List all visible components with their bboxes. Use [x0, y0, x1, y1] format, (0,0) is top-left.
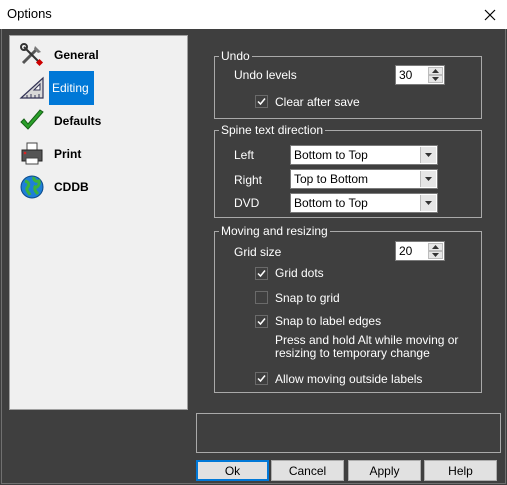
sidebar-item-label: Defaults: [54, 114, 102, 128]
spine-left-select[interactable]: Bottom to Top: [290, 145, 438, 165]
group-title: Undo: [219, 49, 252, 63]
clear-after-save-checkbox[interactable]: [255, 95, 268, 108]
sidebar-item-cddb[interactable]: CDDB: [16, 170, 92, 204]
snap-to-label-edges-checkbox[interactable]: [255, 315, 268, 328]
spine-dvd-value: Bottom to Top: [294, 196, 368, 210]
globe-icon: [16, 171, 48, 203]
window-title: Options: [7, 6, 52, 21]
dropdown-button[interactable]: [420, 147, 436, 163]
sidebar-item-label: Print: [54, 147, 82, 161]
sidebar-item-editing[interactable]: Editing: [16, 71, 94, 105]
close-button[interactable]: [473, 0, 507, 29]
title-bar: Options: [0, 0, 507, 29]
check-mark-icon: [257, 98, 266, 106]
printer-icon: [16, 138, 48, 170]
help-button[interactable]: Help: [424, 460, 497, 481]
undo-levels-value: 30: [399, 68, 413, 82]
check-mark-icon: [257, 270, 266, 278]
close-icon: [484, 9, 496, 20]
spine-left-label: Left: [234, 148, 255, 162]
spine-right-label: Right: [234, 173, 263, 187]
sidebar-item-label: CDDB: [54, 180, 89, 194]
clear-after-save-label: Clear after save: [275, 95, 360, 109]
spin-down-button[interactable]: [428, 75, 443, 83]
category-sidebar: General Editing Defaults Print CDDB: [9, 35, 188, 410]
ok-button[interactable]: Ok: [196, 460, 269, 481]
chevron-down-icon: [425, 153, 432, 157]
sidebar-item-label: Editing: [49, 71, 94, 105]
check-mark-icon: [257, 375, 266, 383]
chevron-up-icon: [432, 245, 439, 249]
chevron-down-icon: [432, 77, 439, 81]
spin-down-button[interactable]: [428, 251, 443, 259]
spin-up-button[interactable]: [428, 67, 443, 75]
snap-to-grid-label: Snap to grid: [275, 291, 340, 305]
spine-right-value: Top to Bottom: [294, 172, 369, 186]
apply-button[interactable]: Apply: [348, 460, 421, 481]
spine-dvd-select[interactable]: Bottom to Top: [290, 193, 438, 213]
spine-right-select[interactable]: Top to Bottom: [290, 169, 438, 189]
sidebar-item-defaults[interactable]: Defaults: [16, 104, 104, 138]
grid-size-stepper[interactable]: 20: [395, 241, 445, 261]
grid-size-value: 20: [399, 244, 413, 258]
sidebar-item-general[interactable]: General: [16, 38, 102, 72]
grid-dots-label: Grid dots: [275, 266, 324, 280]
spine-left-value: Bottom to Top: [294, 148, 368, 162]
undo-levels-stepper[interactable]: 30: [395, 65, 445, 85]
cancel-button[interactable]: Cancel: [271, 460, 344, 481]
grid-size-label: Grid size: [234, 245, 282, 259]
snap-to-label-edges-label: Snap to label edges: [275, 314, 382, 328]
ruler-icon: [16, 72, 48, 104]
undo-levels-label: Undo levels: [234, 68, 297, 82]
chevron-up-icon: [432, 69, 439, 73]
snap-to-grid-checkbox[interactable]: [255, 291, 268, 304]
allow-moving-outside-checkbox[interactable]: [255, 372, 268, 385]
hint-text-line1: Press and hold Alt while moving or: [275, 333, 459, 347]
sidebar-item-print[interactable]: Print: [16, 137, 84, 171]
tools-icon: [16, 39, 48, 71]
hint-text-line2: resizing to temporary change: [275, 346, 430, 360]
description-box: [196, 413, 501, 453]
grid-dots-checkbox[interactable]: [255, 267, 268, 280]
dropdown-button[interactable]: [420, 195, 436, 211]
spin-up-button[interactable]: [428, 243, 443, 251]
group-title: Moving and resizing: [219, 224, 330, 238]
group-title: Spine text direction: [219, 123, 326, 137]
chevron-down-icon: [432, 253, 439, 257]
chevron-down-icon: [425, 201, 432, 205]
allow-moving-outside-label: Allow moving outside labels: [275, 372, 423, 386]
dropdown-button[interactable]: [420, 171, 436, 187]
spine-dvd-label: DVD: [234, 196, 260, 210]
chevron-down-icon: [425, 177, 432, 181]
check-mark-icon: [257, 318, 266, 326]
sidebar-item-label: General: [54, 48, 99, 62]
checkmark-icon: [16, 105, 48, 137]
